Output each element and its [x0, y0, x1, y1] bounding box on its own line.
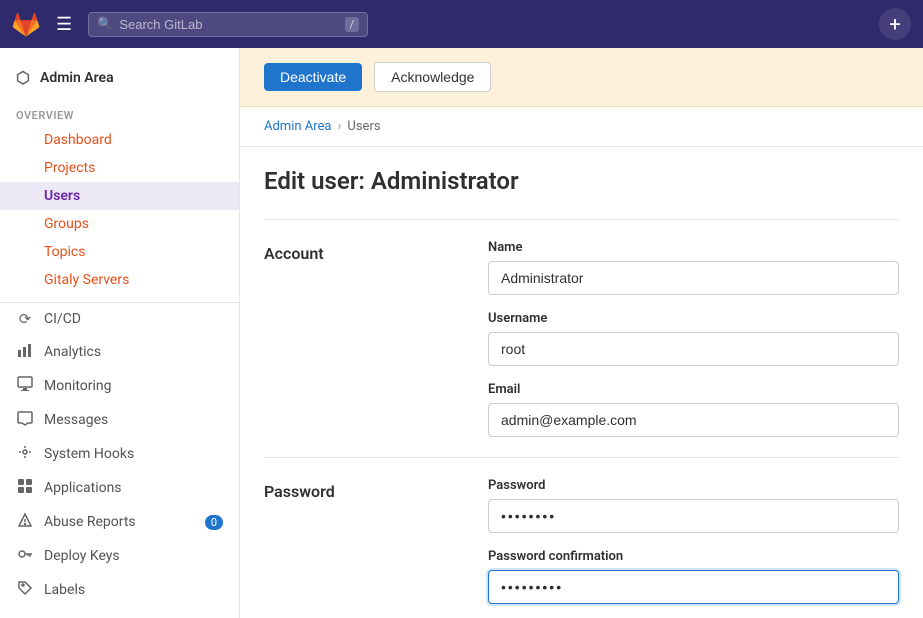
sidebar-item-labels[interactable]: Labels	[0, 573, 239, 607]
sidebar-item-abuse-reports[interactable]: Abuse Reports 0	[0, 505, 239, 539]
system-hooks-label: System Hooks	[44, 446, 134, 462]
monitoring-icon	[16, 376, 34, 396]
sidebar-item-cicd[interactable]: ⟳ CI/CD	[0, 303, 239, 335]
password-input[interactable]	[488, 499, 899, 533]
account-section-label: Account	[264, 240, 464, 437]
password-confirm-input[interactable]	[488, 570, 899, 604]
top-navigation: ☰ 🔍 / +	[0, 0, 923, 48]
account-fields: Name Username Email	[488, 240, 899, 437]
page-content: Edit user: Administrator Account Name Us…	[240, 147, 923, 618]
breadcrumb-separator: ›	[338, 119, 342, 134]
deploy-keys-icon	[16, 546, 34, 566]
deploy-keys-label: Deploy Keys	[44, 548, 120, 564]
abuse-reports-label: Abuse Reports	[44, 514, 136, 530]
email-label: Email	[488, 382, 899, 397]
abuse-reports-icon	[16, 512, 34, 532]
password-fields: Password Password confirmation	[488, 478, 899, 604]
sidebar-item-groups[interactable]: Groups	[0, 210, 239, 238]
admin-icon: ⬡	[16, 68, 30, 87]
sidebar-admin-label: Admin Area	[40, 70, 114, 86]
search-icon: 🔍	[97, 17, 113, 32]
messages-icon	[16, 410, 34, 430]
sidebar-item-messages[interactable]: Messages	[0, 403, 239, 437]
sidebar-item-applications[interactable]: Applications	[0, 471, 239, 505]
main-layout: ⬡ Admin Area Overview Dashboard Projects…	[0, 48, 923, 618]
username-field-group: Username	[488, 311, 899, 366]
hamburger-menu[interactable]: ☰	[52, 10, 76, 39]
abuse-reports-badge: 0	[205, 515, 223, 530]
password-label: Password	[488, 478, 899, 493]
alert-bar: Deactivate Acknowledge	[240, 48, 923, 107]
main-content: Deactivate Acknowledge Admin Area › User…	[240, 48, 923, 618]
system-hooks-icon	[16, 444, 34, 464]
breadcrumb-parent[interactable]: Admin Area	[264, 119, 332, 134]
search-shortcut: /	[345, 17, 360, 32]
email-input[interactable]	[488, 403, 899, 437]
sidebar-item-topics[interactable]: Topics	[0, 238, 239, 266]
analytics-label: Analytics	[44, 344, 101, 360]
username-input[interactable]	[488, 332, 899, 366]
applications-icon	[16, 478, 34, 498]
password-section-label: Password	[264, 478, 464, 604]
top-nav-right: +	[879, 8, 911, 40]
email-field-group: Email	[488, 382, 899, 437]
search-input[interactable]	[119, 17, 338, 32]
messages-label: Messages	[44, 412, 108, 428]
name-input[interactable]	[488, 261, 899, 295]
sidebar-header: ⬡ Admin Area	[0, 60, 239, 99]
sidebar-item-gitaly-servers[interactable]: Gitaly Servers	[0, 266, 239, 294]
name-label: Name	[488, 240, 899, 255]
name-field-group: Name	[488, 240, 899, 295]
sidebar-item-deploy-keys[interactable]: Deploy Keys	[0, 539, 239, 573]
username-label: Username	[488, 311, 899, 326]
gitlab-logo[interactable]	[12, 10, 40, 38]
password-field-group: Password	[488, 478, 899, 533]
labels-icon	[16, 580, 34, 600]
overview-section-label: Overview	[0, 103, 239, 126]
breadcrumb: Admin Area › Users	[240, 107, 923, 147]
sidebar-item-projects[interactable]: Projects	[0, 154, 239, 182]
acknowledge-button[interactable]: Acknowledge	[374, 62, 491, 92]
plus-button[interactable]: +	[879, 8, 911, 40]
page-title: Edit user: Administrator	[264, 167, 899, 195]
search-box[interactable]: 🔍 /	[88, 12, 368, 37]
cicd-icon: ⟳	[16, 310, 34, 328]
analytics-icon	[16, 342, 34, 362]
sidebar-item-analytics[interactable]: Analytics	[0, 335, 239, 369]
password-confirm-field-group: Password confirmation	[488, 549, 899, 604]
deactivate-button[interactable]: Deactivate	[264, 63, 362, 91]
sidebar-item-dashboard[interactable]: Dashboard	[0, 126, 239, 154]
account-section: Account Name Username Email	[264, 219, 899, 457]
applications-label: Applications	[44, 480, 122, 496]
sidebar-item-users[interactable]: Users	[0, 182, 239, 210]
cicd-label: CI/CD	[44, 311, 81, 327]
sidebar: ⬡ Admin Area Overview Dashboard Projects…	[0, 48, 240, 618]
password-section: Password Password Password confirmation	[264, 457, 899, 618]
monitoring-label: Monitoring	[44, 378, 112, 394]
password-confirm-label: Password confirmation	[488, 549, 899, 564]
sidebar-item-monitoring[interactable]: Monitoring	[0, 369, 239, 403]
labels-label: Labels	[44, 582, 85, 598]
sidebar-item-system-hooks[interactable]: System Hooks	[0, 437, 239, 471]
breadcrumb-current: Users	[347, 119, 380, 134]
